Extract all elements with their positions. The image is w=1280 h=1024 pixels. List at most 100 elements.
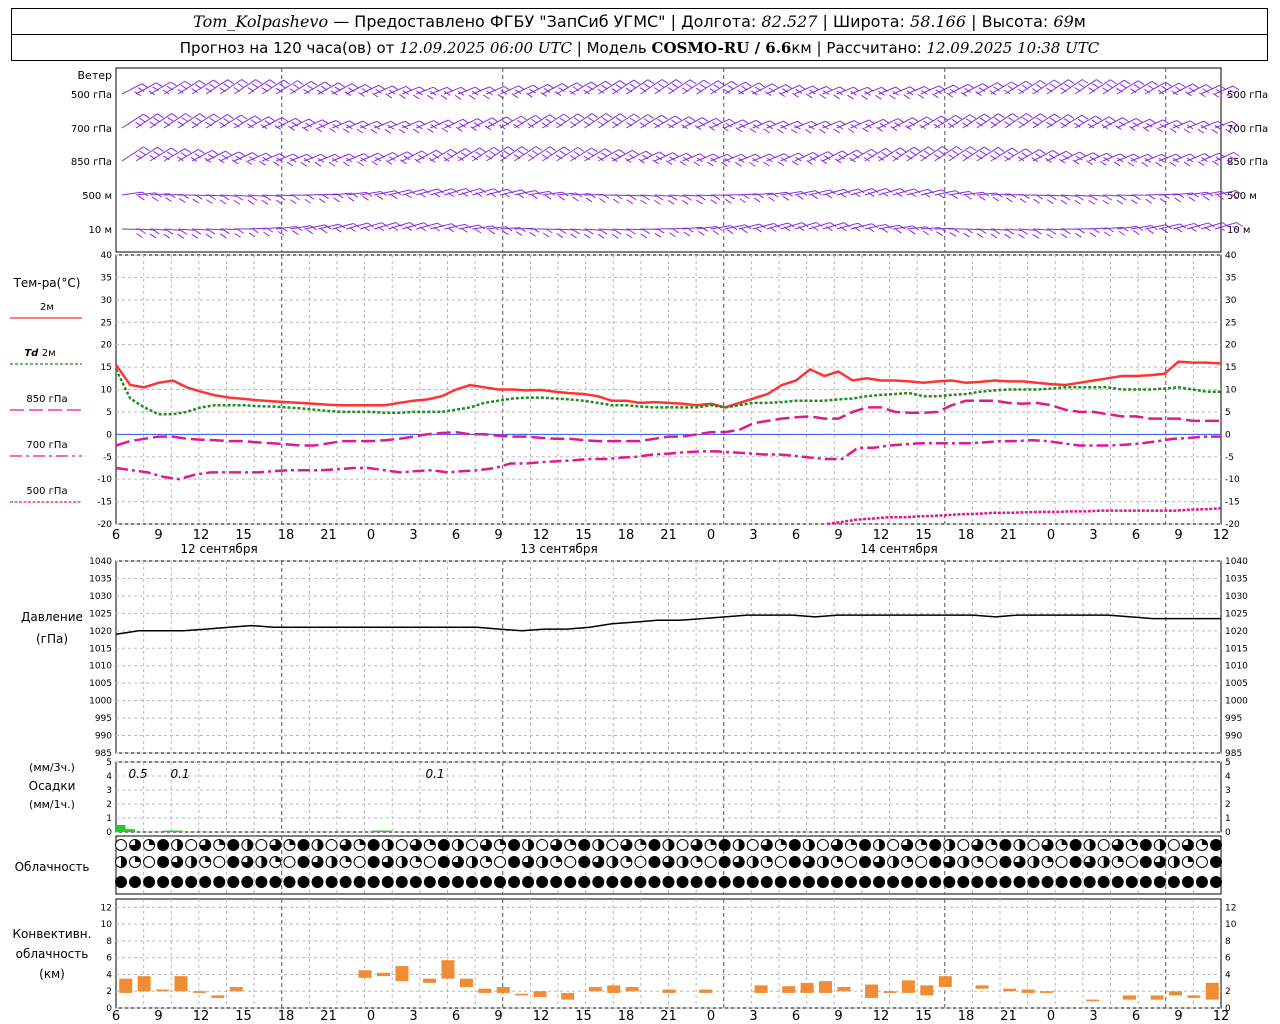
wind-barb-feather (785, 84, 793, 89)
convective-bar (1021, 989, 1035, 993)
cloud-fill (747, 876, 759, 888)
cloud-circle (325, 839, 338, 851)
convective-bar (174, 976, 188, 992)
x-tick-label: 3 (749, 1009, 757, 1024)
wind-level-label: 10 м (1227, 225, 1250, 236)
y-tick-label: 12 (101, 903, 112, 913)
wind-barb-feather (1066, 150, 1073, 156)
x-tick-label: 9 (834, 1009, 842, 1024)
wind-barb-feather (1033, 198, 1040, 204)
wind-barb-feather (517, 150, 525, 155)
wind-barb-feather (1110, 79, 1117, 85)
conv-title-2: облачность (16, 947, 89, 961)
wind-barb-feather (365, 84, 372, 89)
cloud-symbol (1111, 856, 1124, 868)
convective-bar (800, 982, 814, 993)
wind-barb-feather (990, 155, 997, 160)
cloud-symbol (634, 856, 647, 868)
cloud-circle (816, 839, 829, 851)
convective-bar (137, 976, 151, 992)
cloud-fill (261, 856, 267, 868)
cloud-symbol (185, 839, 198, 851)
wind-barb-feather (721, 161, 728, 167)
x-tick-label: 15 (915, 1009, 932, 1024)
wind-barb-feather (252, 228, 259, 234)
wind-barb-feather (913, 146, 921, 152)
cloud-fill (893, 856, 899, 868)
cloud-symbol (171, 856, 184, 868)
cloud-symbol (1069, 839, 1082, 851)
wind-barb-feather (665, 160, 673, 166)
wind-barb-feather (405, 193, 412, 199)
cloud-symbol (465, 839, 478, 851)
y-tick-label: 8 (106, 937, 112, 947)
cloud-symbol (213, 876, 226, 888)
cloud-fill (915, 876, 927, 888)
wind-barb-feather (585, 197, 593, 203)
cloud-symbol (676, 856, 689, 868)
cloud-symbol (157, 839, 170, 851)
wind-barb-feather (1159, 198, 1167, 203)
cloud-fill (733, 876, 745, 888)
wind-barb-feather (1040, 113, 1047, 119)
x-tick-label: 12 (873, 528, 890, 543)
cloud-fill (977, 856, 983, 862)
wind-barb-feather (741, 228, 748, 234)
wind-barb-feather (805, 93, 813, 99)
cloud-symbol (802, 839, 815, 851)
wind-barb-feather (1006, 197, 1013, 203)
cloud-symbol (957, 856, 970, 868)
y-tick-label: 995 (1225, 714, 1242, 724)
wind-barb-feather (342, 161, 350, 167)
cloud-symbol (901, 839, 914, 851)
cloud-fill (298, 876, 309, 888)
cloud-fill (241, 876, 253, 888)
wind-barb-feather (699, 83, 707, 89)
cloud-symbol (536, 876, 549, 888)
cloud-symbol (1027, 876, 1040, 888)
cloud-fill (1210, 876, 1222, 888)
wind-barb-feather (1099, 160, 1107, 166)
temp-series-line (827, 507, 1222, 526)
convective-bar (211, 995, 225, 998)
cloud-fill (368, 856, 380, 868)
cloud-symbol (662, 876, 675, 888)
wind-barb-feather (1018, 233, 1025, 239)
wind-barb-feather (489, 150, 497, 156)
cloud-symbol (592, 839, 605, 851)
wind-barb-feather (605, 113, 613, 118)
wind-barb-feather (427, 128, 434, 133)
wind-barb-feather (399, 94, 406, 99)
cloud-circle (143, 856, 156, 868)
cloud-symbol (437, 839, 450, 851)
cloud-symbol (578, 876, 591, 888)
cloud-symbol (213, 839, 226, 851)
wind-barb-feather (686, 152, 693, 158)
cloud-fill (598, 839, 604, 851)
cloud-fill (331, 856, 338, 868)
cloud-fill (705, 876, 717, 888)
wind-barb-feather (531, 150, 539, 155)
cloud-symbol (283, 856, 296, 868)
cloud-symbol (129, 839, 142, 851)
convective-bar (699, 989, 713, 993)
wind-barb-feather (265, 83, 272, 89)
y-tick-label: 15 (1225, 363, 1236, 373)
cloud-circle (887, 839, 900, 851)
cloud-fill (1126, 876, 1138, 888)
wind-barb-feather (314, 161, 322, 167)
x-tick-label: 15 (915, 528, 932, 543)
wind-barb-feather (679, 160, 687, 166)
wind-barb-feather (643, 195, 650, 201)
convective-bar (478, 988, 492, 993)
wind-barb-feather (143, 113, 150, 119)
y-tick-label: 1040 (89, 557, 112, 567)
cloud-fill (696, 856, 703, 862)
cloud-fill (1196, 876, 1208, 888)
cloud-symbol (550, 876, 563, 888)
precip-annotation: 0.1 (170, 767, 189, 781)
wind-barb-feather (139, 150, 146, 156)
wind-barb (892, 86, 911, 95)
wind-barb-feather (503, 150, 511, 156)
wind-barb-feather (685, 83, 693, 89)
